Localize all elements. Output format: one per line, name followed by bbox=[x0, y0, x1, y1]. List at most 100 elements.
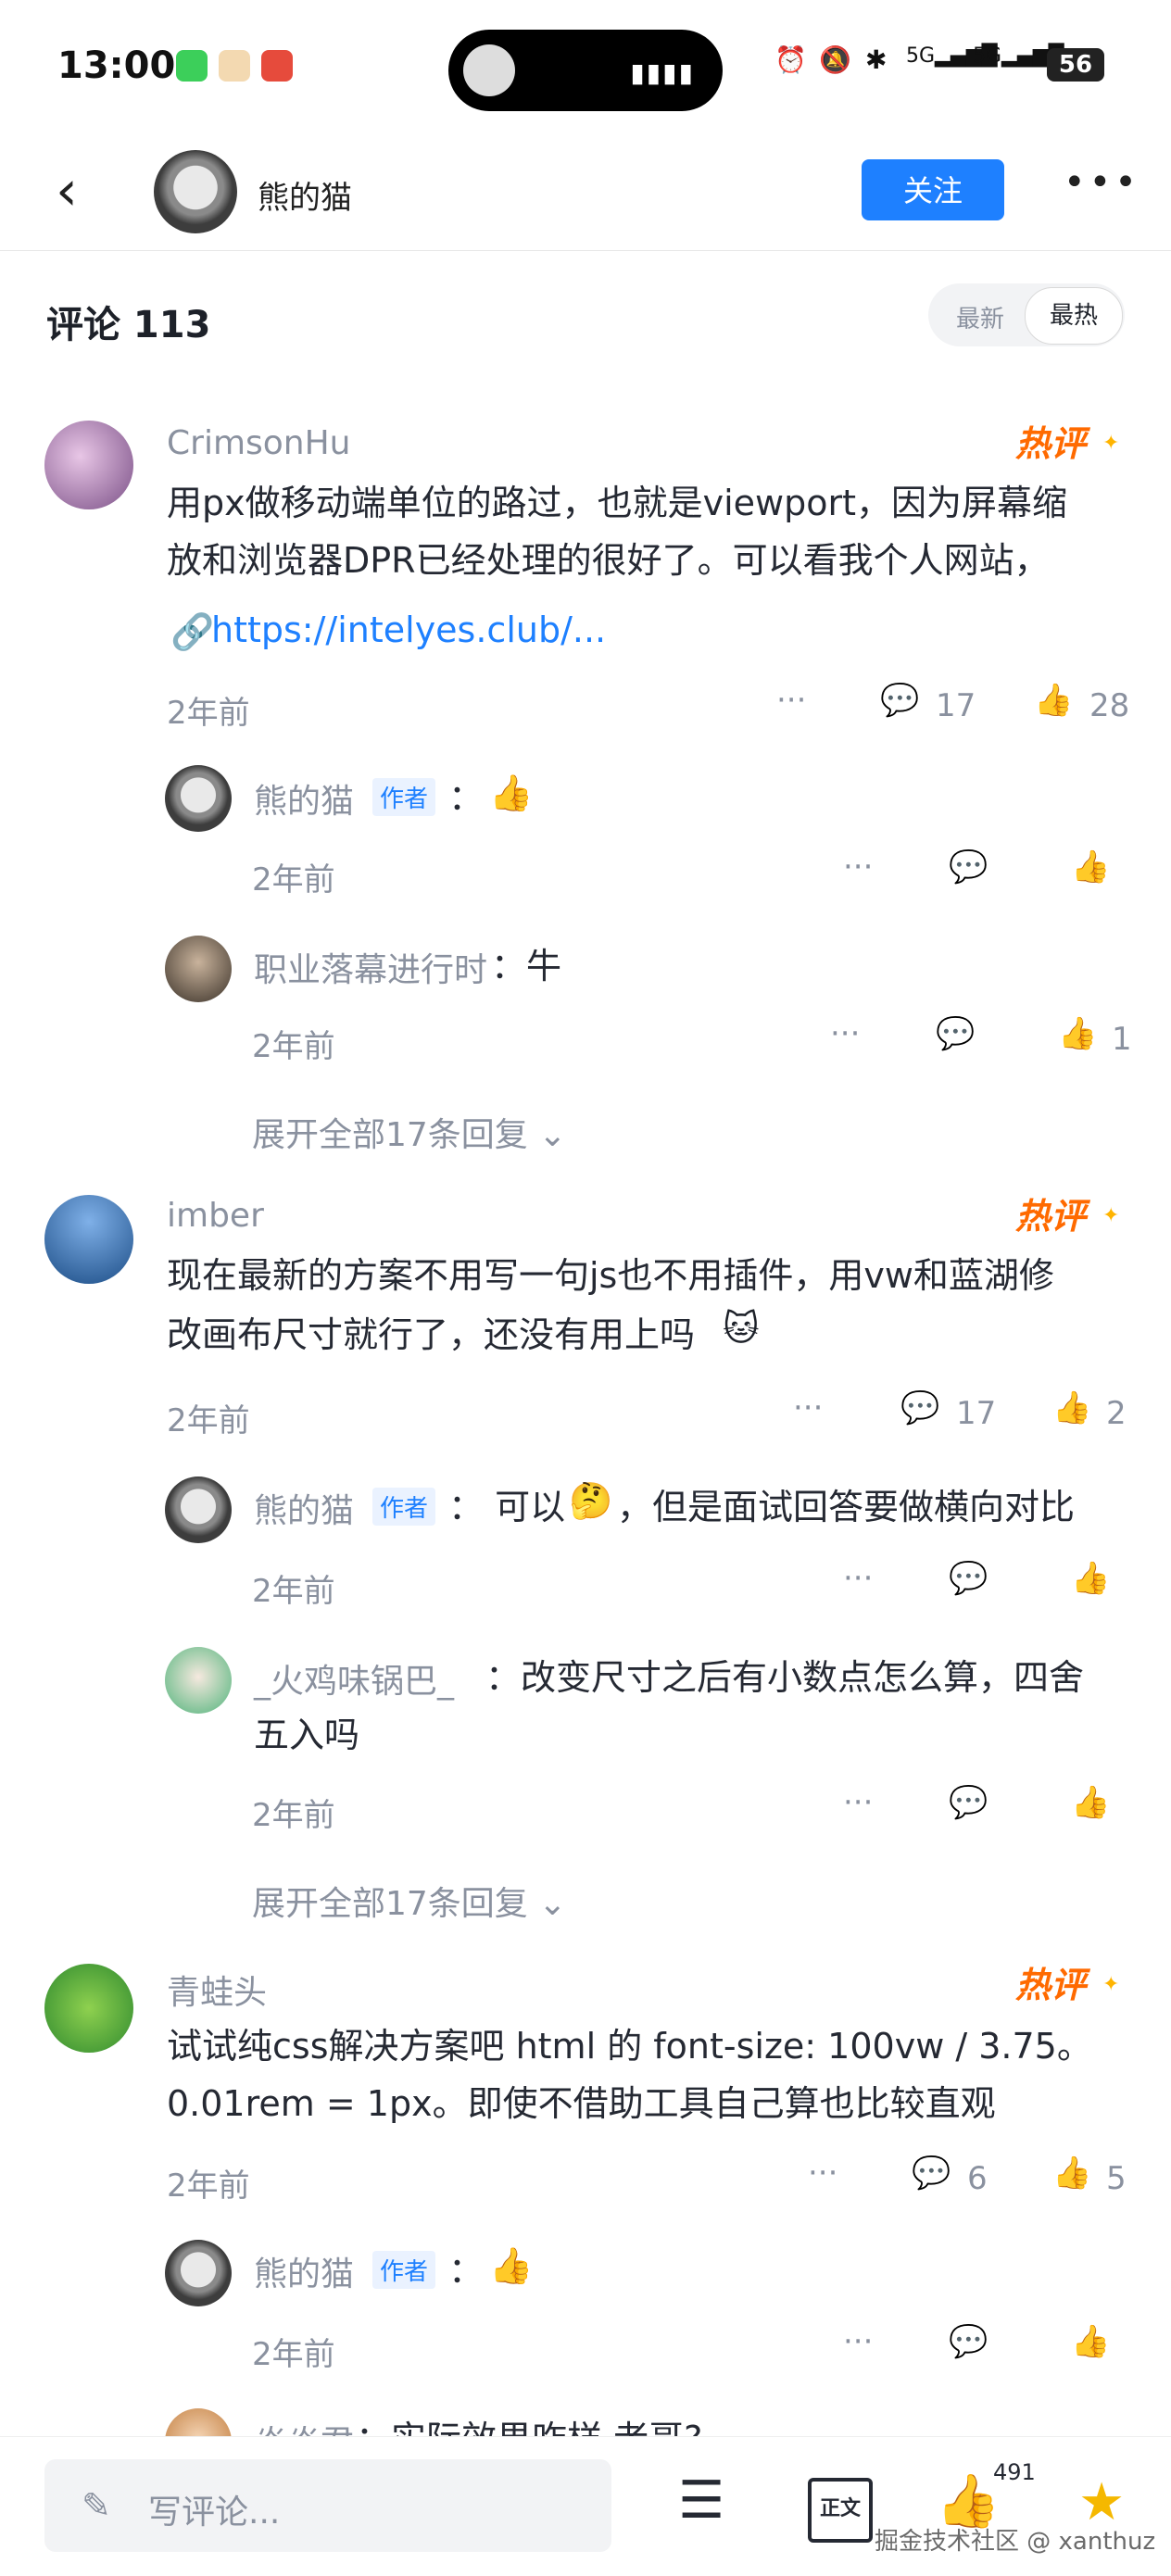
more-dots-icon[interactable]: ··· bbox=[808, 2155, 837, 2192]
app-notification-icon bbox=[219, 50, 250, 82]
link-icon: 🔗 bbox=[170, 611, 215, 652]
reply-icon[interactable]: 💬 bbox=[912, 2155, 951, 2192]
messages-app-icon bbox=[176, 50, 208, 82]
comments-title: 评论 113 bbox=[46, 304, 211, 346]
expand-replies[interactable]: 展开全部17条回复 ⌄ bbox=[252, 1877, 566, 1925]
author-avatar[interactable] bbox=[154, 150, 237, 233]
like-count: 2 bbox=[1106, 1395, 1127, 1432]
comment-time: 2年前 bbox=[167, 2168, 250, 2205]
top-nav: ‹ 熊的猫 关注 ••• bbox=[0, 139, 1171, 251]
more-options-icon[interactable]: ••• bbox=[1064, 161, 1140, 204]
like-icon[interactable]: 👍 bbox=[1071, 1784, 1110, 1821]
comment-link[interactable]: https://intelyes.club/... bbox=[211, 609, 606, 650]
media-thumbnail bbox=[463, 44, 515, 96]
like-icon[interactable]: 👍 bbox=[1071, 2323, 1110, 2360]
reply-count: 17 bbox=[956, 1395, 997, 1432]
comment-text: 用px做移动端单位的路过，也就是viewport，因为屏幕缩 bbox=[167, 483, 1068, 523]
reply-count: 17 bbox=[936, 687, 976, 724]
reply-user[interactable]: 熊的猫 bbox=[254, 2247, 354, 2295]
reply-text-after: ，但是面试回答要做横向对比 bbox=[617, 1487, 1076, 1527]
hot-comment-badge: 热评 bbox=[1015, 423, 1087, 464]
commenter-name[interactable]: 青蛙头 bbox=[167, 1966, 267, 2014]
sort-latest-tab[interactable]: 最新 bbox=[956, 300, 1004, 334]
comment-text: 试试纯css解决方案吧 html 的 font-size: 100vw / 3.… bbox=[167, 2026, 1092, 2067]
article-like-count: 491 bbox=[993, 2459, 1036, 2485]
reply-avatar[interactable] bbox=[165, 1476, 232, 1543]
commenter-avatar[interactable] bbox=[44, 421, 133, 509]
reply-text: ： bbox=[448, 2250, 485, 2291]
like-icon[interactable]: 👍 bbox=[1071, 1560, 1110, 1597]
more-dots-icon[interactable]: ··· bbox=[793, 1389, 823, 1426]
like-icon[interactable]: 👍 bbox=[1052, 1389, 1091, 1426]
comment-text-line2: 改画布尺寸就行了，还没有用上吗 bbox=[167, 1314, 696, 1355]
reply-avatar[interactable] bbox=[165, 1647, 232, 1714]
audio-wave-icon: ▮▮▮▮ bbox=[630, 57, 695, 88]
cat-emoji: 🐱 bbox=[723, 1308, 760, 1349]
like-icon[interactable]: 👍 bbox=[1052, 2155, 1091, 2192]
reply-time: 2年前 bbox=[252, 1028, 335, 1065]
hot-comment-badge: 热评 bbox=[1015, 1965, 1087, 2005]
comment-placeholder: 写评论... bbox=[148, 2494, 281, 2532]
reply-icon[interactable]: 💬 bbox=[949, 2323, 988, 2360]
thumbs-up-emoji: 👍 bbox=[489, 773, 534, 813]
reply-time: 2年前 bbox=[252, 1573, 335, 1610]
reply-text: ： bbox=[448, 777, 485, 818]
expand-replies[interactable]: 展开全部17条回复 ⌄ bbox=[252, 1108, 566, 1156]
author-tag: 作者 bbox=[372, 1488, 436, 1526]
sort-hottest-tab[interactable]: 最热 bbox=[1025, 287, 1123, 345]
reply-user[interactable]: _火鸡味锅巴_ bbox=[254, 1654, 454, 1703]
more-dots-icon[interactable]: ··· bbox=[830, 1015, 860, 1052]
commenter-name[interactable]: CrimsonHu bbox=[167, 424, 351, 462]
like-icon[interactable]: 👍 bbox=[1071, 848, 1110, 886]
reply-user[interactable]: 熊的猫 bbox=[254, 1484, 354, 1532]
comment-time: 2年前 bbox=[167, 695, 250, 732]
like-icon[interactable]: 👍 bbox=[1058, 1015, 1097, 1052]
status-time: 13:00 bbox=[57, 44, 176, 87]
list-icon[interactable]: ☰ bbox=[678, 2470, 724, 2531]
back-arrow-icon[interactable]: ‹ bbox=[56, 163, 93, 219]
reply-user[interactable]: 职业落幕进行时 bbox=[254, 943, 487, 991]
commenter-avatar[interactable] bbox=[44, 1195, 133, 1284]
mute-icon: 🔕 bbox=[819, 44, 851, 75]
reply-avatar[interactable] bbox=[165, 936, 232, 1002]
reply-icon[interactable]: 💬 bbox=[900, 1389, 939, 1426]
sparkle-icon: ✦ bbox=[1102, 1204, 1120, 1227]
commenter-avatar[interactable] bbox=[44, 1964, 133, 2053]
author-tag: 作者 bbox=[372, 778, 436, 816]
comment-text-line2: 0.01rem = 1px。即使不借助工具自己算也比较直观 bbox=[167, 2083, 996, 2124]
more-dots-icon[interactable]: ··· bbox=[843, 2323, 873, 2360]
thumbs-up-emoji: 👍 bbox=[489, 2245, 534, 2286]
reply-icon[interactable]: 💬 bbox=[880, 682, 919, 719]
reply-avatar[interactable] bbox=[165, 765, 232, 832]
more-dots-icon[interactable]: ··· bbox=[776, 682, 806, 719]
reply-icon[interactable]: 💬 bbox=[949, 848, 988, 886]
dynamic-island[interactable]: ▮▮▮▮ bbox=[448, 30, 723, 111]
like-count: 1 bbox=[1112, 1021, 1132, 1058]
thinking-emoji: 🤔 bbox=[569, 1480, 613, 1521]
reply-count: 6 bbox=[967, 2160, 988, 2197]
bottom-bar: ✎ 写评论... ☰ 正文 👍 491 ★ 掘金技术社区 @ xanthuz bbox=[0, 2436, 1171, 2576]
comment-text-line2: 放和浏览器DPR已经处理的很好了。可以看我个人网站， bbox=[167, 540, 1050, 581]
reply-avatar[interactable] bbox=[165, 2240, 232, 2306]
author-name[interactable]: 熊的猫 bbox=[258, 172, 352, 218]
alarm-icon: ⏰ bbox=[774, 44, 807, 75]
commenter-name[interactable]: imber bbox=[167, 1197, 264, 1235]
reply-time: 2年前 bbox=[252, 2336, 335, 2373]
comment-input[interactable]: ✎ 写评论... bbox=[44, 2459, 611, 2552]
reply-icon[interactable]: 💬 bbox=[949, 1560, 988, 1597]
comment-time: 2年前 bbox=[167, 1402, 250, 1439]
reply-user[interactable]: 熊的猫 bbox=[254, 774, 354, 823]
follow-button[interactable]: 关注 bbox=[862, 159, 1004, 220]
battery-icon: 56 bbox=[1047, 48, 1104, 82]
like-count: 28 bbox=[1089, 687, 1130, 724]
reply-icon[interactable]: 💬 bbox=[936, 1015, 975, 1052]
more-dots-icon[interactable]: ··· bbox=[843, 848, 873, 886]
more-dots-icon[interactable]: ··· bbox=[843, 1784, 873, 1821]
article-icon[interactable]: 正文 bbox=[808, 2478, 873, 2543]
reply-icon[interactable]: 💬 bbox=[949, 1784, 988, 1821]
sort-toggle: 最新 最热 bbox=[928, 283, 1125, 346]
reply-time: 2年前 bbox=[252, 861, 335, 898]
like-icon[interactable]: 👍 bbox=[1034, 682, 1073, 719]
chevron-down-icon: ⌄ bbox=[538, 1116, 567, 1154]
more-dots-icon[interactable]: ··· bbox=[843, 1560, 873, 1597]
